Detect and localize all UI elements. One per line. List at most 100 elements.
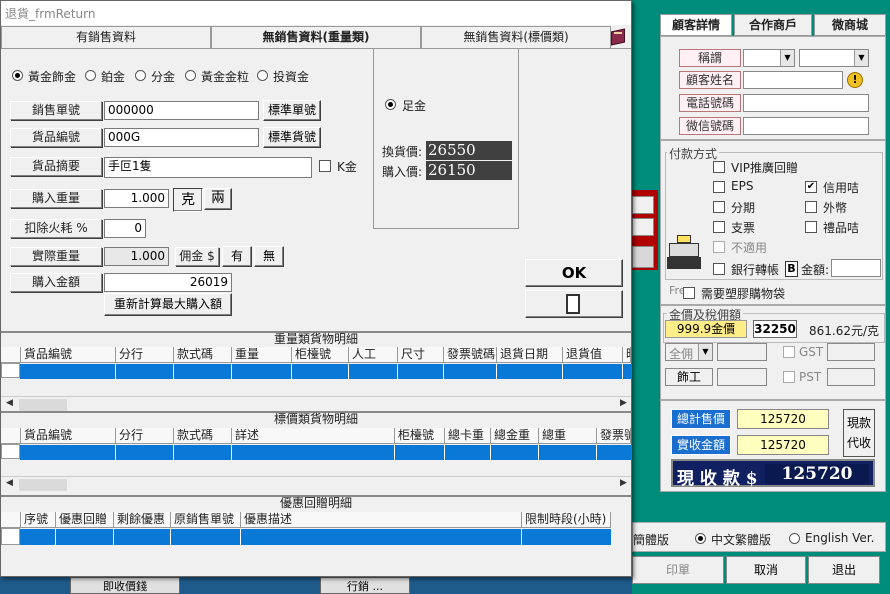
book-icon[interactable] xyxy=(609,28,629,46)
gst-input[interactable] xyxy=(827,343,875,361)
pst-checkbox[interactable] xyxy=(783,371,795,383)
bank-b-button[interactable]: B xyxy=(785,261,798,277)
column-header[interactable]: 柜檯號 xyxy=(395,428,445,444)
salutation-select-2[interactable]: ▼ xyxy=(799,49,869,67)
salutation-select[interactable]: ▼ xyxy=(743,49,795,67)
column-header[interactable]: 限制時段(小時) xyxy=(522,512,611,528)
dialog-title-bar[interactable]: 退貨_frmReturn xyxy=(1,1,631,25)
english-radio[interactable] xyxy=(789,533,800,544)
installment-checkbox[interactable] xyxy=(713,201,725,213)
column-header[interactable]: 分行 xyxy=(116,347,174,363)
cancel-button[interactable]: 取消 xyxy=(726,556,806,584)
gold-type-button[interactable]: 999.9金價 xyxy=(665,320,747,338)
exit-button[interactable]: 退出 xyxy=(808,556,880,584)
scroll-left-icon[interactable]: ◀ xyxy=(6,478,13,488)
full-commission-select[interactable]: 全佣 ▼ xyxy=(665,343,713,361)
phone-input[interactable] xyxy=(743,94,869,112)
metal-radio-gold-grain[interactable] xyxy=(185,70,196,81)
column-header[interactable]: 總重 xyxy=(539,428,597,444)
wechat-input[interactable] xyxy=(743,117,869,135)
column-header[interactable]: 重量 xyxy=(232,347,292,363)
metal-radio-platinum[interactable] xyxy=(85,70,96,81)
column-header[interactable]: 貨品編號 xyxy=(21,428,116,444)
tab-customer-details[interactable]: 顧客詳情 xyxy=(660,14,732,36)
column-header[interactable]: 款式碼 xyxy=(174,428,232,444)
ok-button[interactable]: OK xyxy=(525,259,623,287)
recalc-button[interactable]: 重新計算最大購入額 xyxy=(104,293,232,316)
metal-radio-gold[interactable] xyxy=(12,70,23,81)
commission-no-button[interactable]: 無 xyxy=(254,246,284,267)
tab-micro-mall[interactable]: 微商城 xyxy=(814,14,886,36)
cheque-checkbox[interactable] xyxy=(713,221,725,233)
column-header[interactable]: 貨品編號 xyxy=(21,347,116,363)
column-header[interactable]: 發票號碼 xyxy=(444,347,497,363)
item-code-input[interactable]: 000G xyxy=(104,128,259,147)
column-header[interactable]: 款式碼 xyxy=(174,347,232,363)
simplified-label[interactable]: 簡體版 xyxy=(633,531,669,548)
column-header[interactable]: 退貨值 xyxy=(563,347,623,363)
metal-radio-fen[interactable] xyxy=(135,70,146,81)
bank-transfer-checkbox[interactable] xyxy=(713,263,725,275)
row-indicator[interactable] xyxy=(1,363,20,378)
k-gold-checkbox[interactable] xyxy=(319,160,331,172)
column-header[interactable]: 剩餘優惠 xyxy=(114,512,171,528)
std-item-code-button[interactable]: 標準貨號 xyxy=(263,127,321,148)
full-gold-radio[interactable] xyxy=(385,99,396,110)
column-header[interactable]: 總金重 xyxy=(491,428,539,444)
column-header[interactable]: 總卡重 xyxy=(445,428,491,444)
traditional-radio[interactable] xyxy=(695,533,706,544)
print-button[interactable]: 印單 xyxy=(632,556,724,584)
commission-input[interactable] xyxy=(717,343,767,361)
exit-dialog-button[interactable] xyxy=(525,290,623,318)
tab-no-sales-price[interactable]: 無銷售資料(標價類) xyxy=(421,26,611,48)
column-header[interactable]: 人工 xyxy=(349,347,398,363)
commission-yes-button[interactable]: 有 xyxy=(222,246,252,267)
background-button[interactable] xyxy=(632,246,654,268)
price-grid-scrollbar[interactable]: ◀ ▶ xyxy=(1,476,631,492)
labor-button[interactable]: 飾工 xyxy=(665,368,713,386)
column-header[interactable]: 序號 xyxy=(21,512,56,528)
column-header[interactable]: 優惠描述 xyxy=(241,512,522,528)
scroll-left-icon[interactable]: ◀ xyxy=(6,398,13,408)
row-indicator[interactable] xyxy=(1,444,20,459)
column-header[interactable]: 詳述 xyxy=(232,428,395,444)
bank-amount-input[interactable] xyxy=(831,259,881,277)
table-row[interactable] xyxy=(20,364,631,379)
metal-radio-investment[interactable] xyxy=(257,70,268,81)
buy-weight-input[interactable]: 1.000 xyxy=(104,189,169,208)
weight-grid-scrollbar[interactable]: ◀ ▶ xyxy=(1,396,631,412)
unit-gram-button[interactable]: 克 xyxy=(173,188,203,212)
tab-partner-merchants[interactable]: 合作商戶 xyxy=(734,14,812,36)
eps-checkbox[interactable] xyxy=(713,181,725,193)
cash-agent-toggle[interactable]: 現款 代收 xyxy=(843,409,875,457)
column-header[interactable]: 發票號 xyxy=(597,428,631,444)
background-instant-price[interactable]: 即收價錢 xyxy=(70,577,180,594)
column-header[interactable]: 分行 xyxy=(116,428,174,444)
scroll-thumb[interactable] xyxy=(19,399,67,411)
background-marketing[interactable]: 行銷 ... xyxy=(320,577,410,594)
labor-input[interactable] xyxy=(717,368,767,386)
column-header[interactable]: 尺寸 xyxy=(398,347,444,363)
not-applicable-checkbox[interactable] xyxy=(713,241,725,253)
gst-checkbox[interactable] xyxy=(783,346,795,358)
gift-card-checkbox[interactable] xyxy=(805,221,817,233)
scroll-right-icon[interactable]: ▶ xyxy=(620,478,627,488)
buy-amount-input[interactable]: 26019 xyxy=(104,273,232,292)
column-header[interactable]: 退貨日期 xyxy=(497,347,563,363)
customer-name-input[interactable] xyxy=(743,71,843,89)
tab-no-sales-weight[interactable]: 無銷售資料(重量類) xyxy=(211,26,421,49)
tab-with-sales[interactable]: 有銷售資料 xyxy=(1,26,211,48)
column-header[interactable]: 優惠回贈 xyxy=(56,512,114,528)
loss-percent-input[interactable]: 0 xyxy=(104,219,146,238)
scroll-right-icon[interactable]: ▶ xyxy=(620,398,627,408)
sales-no-input[interactable]: 000000 xyxy=(104,101,259,120)
warning-icon[interactable]: ! xyxy=(847,72,863,88)
std-sales-no-button[interactable]: 標準單號 xyxy=(263,100,321,121)
column-header[interactable]: 柜檯號 xyxy=(292,347,349,363)
credit-card-checkbox[interactable]: ✔ xyxy=(805,181,817,193)
plastic-bag-checkbox[interactable] xyxy=(683,287,695,299)
table-row[interactable] xyxy=(20,445,631,460)
table-row[interactable] xyxy=(20,529,611,545)
row-indicator[interactable] xyxy=(1,528,20,545)
item-desc-input[interactable]: 手叵1隻 xyxy=(104,157,312,178)
